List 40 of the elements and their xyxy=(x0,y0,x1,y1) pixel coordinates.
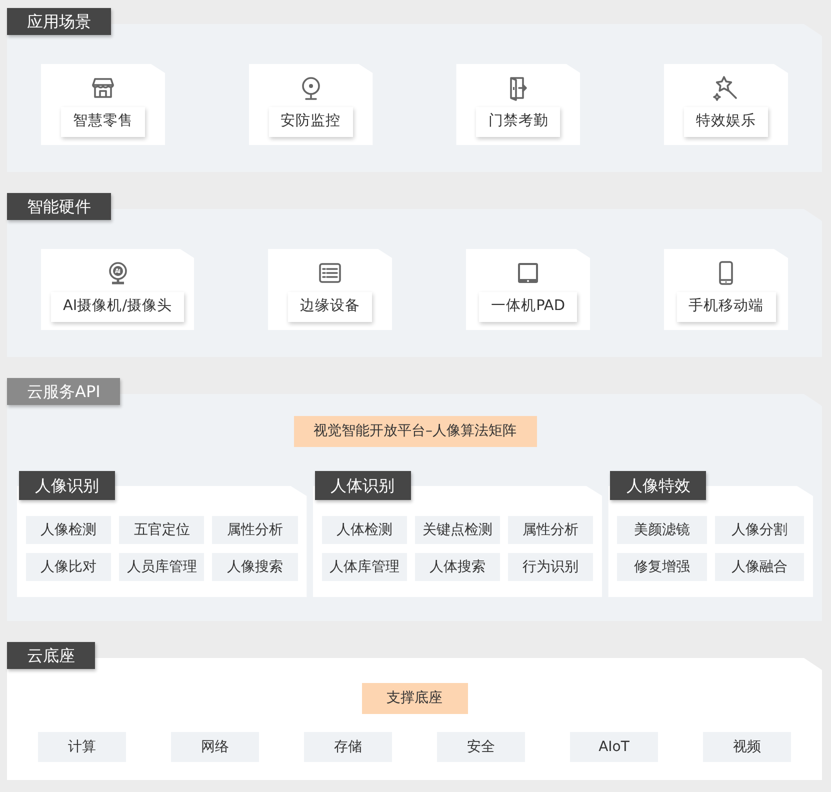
capability-item: 人体检测 xyxy=(322,516,407,544)
feature-label: 一体机PAD xyxy=(479,292,577,322)
infrastructure-item: AIoT xyxy=(570,732,658,762)
feature-label: 边缘设备 xyxy=(288,292,372,322)
feature-label: 智慧零售 xyxy=(61,107,145,137)
capability-item: 美颜滤镜 xyxy=(617,516,707,544)
feature-label: 特效娱乐 xyxy=(684,107,768,137)
capability-item: 关键点检测 xyxy=(414,516,500,544)
platform-banner: 视觉智能开放平台–人像算法矩阵 xyxy=(294,416,536,447)
capability-item: 行为识别 xyxy=(508,553,594,581)
magic-wand-icon xyxy=(712,74,740,102)
capability-item: 修复增强 xyxy=(617,553,707,581)
section-header: 应用场景 xyxy=(7,8,111,35)
infrastructure-item: 存储 xyxy=(304,732,392,762)
section-header: 云底座 xyxy=(7,642,95,669)
capability-item: 人像搜索 xyxy=(212,553,298,581)
capability-item: 人像融合 xyxy=(714,553,804,581)
capability-item: 人员库管理 xyxy=(119,553,204,581)
section-header: 云服务API xyxy=(7,378,120,405)
section-header: 智能硬件 xyxy=(7,193,111,220)
infrastructure-item: 网络 xyxy=(171,732,259,762)
capability-item: 人像分割 xyxy=(714,516,804,544)
infrastructure-item: 计算 xyxy=(38,732,126,762)
feature-label: AI摄像机/摄像头 xyxy=(51,292,184,322)
capability-item: 五官定位 xyxy=(119,516,204,544)
group-header: 人像识别 xyxy=(19,471,115,500)
capability-item: 人体库管理 xyxy=(322,553,407,581)
capability-item: 人像检测 xyxy=(26,516,112,544)
capability-item: 属性分析 xyxy=(212,516,298,544)
capability-item: 属性分析 xyxy=(508,516,594,544)
feature-label: 门禁考勤 xyxy=(476,107,560,137)
foundation-banner: 支撑底座 xyxy=(362,683,468,714)
infrastructure-item: 视频 xyxy=(703,732,791,762)
capability-item: 人体搜索 xyxy=(414,553,500,581)
feature-label: 手机移动端 xyxy=(676,292,776,322)
feature-label: 安防监控 xyxy=(268,107,353,137)
group-header: 人像特效 xyxy=(610,471,706,500)
group-header: 人体识别 xyxy=(314,471,411,500)
capability-item: 人像比对 xyxy=(26,553,112,581)
infrastructure-item: 安全 xyxy=(437,732,525,762)
